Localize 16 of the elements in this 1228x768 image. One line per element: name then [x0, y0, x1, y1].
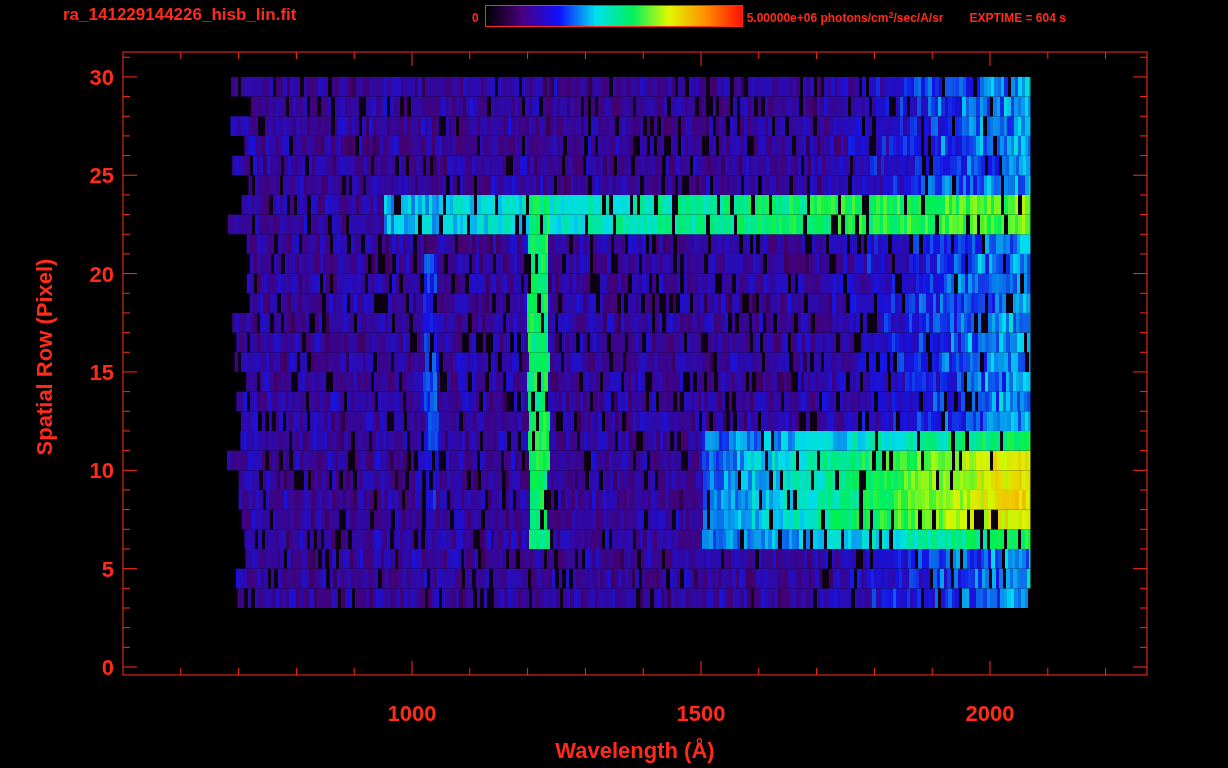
x-tick-label: 1500 — [676, 701, 726, 726]
y-tick-label: 0 — [101, 655, 114, 680]
y-tick-label: 30 — [89, 64, 114, 90]
x-tick-label: 2000 — [965, 701, 1015, 726]
y-tick-label: 15 — [89, 359, 114, 385]
colorbar-min-label: 0 — [472, 11, 479, 25]
exposure-time: EXPTIME = 604 s — [969, 11, 1066, 25]
colorbar-max-label: 5.00000e+06 photons/cm$^{2}$/sec/A/sr — [746, 11, 944, 25]
y-tick-label: 5 — [101, 556, 114, 582]
y-tick-label: 25 — [89, 163, 114, 189]
x-tick-label: 1000 — [387, 701, 437, 726]
x-axis-title: Wavelength (Å) — [555, 738, 715, 763]
y-tick-label: 20 — [89, 261, 114, 287]
y-axis-title: Spatial Row (Pixel) — [32, 258, 57, 456]
y-tick-label: 10 — [89, 458, 114, 484]
file-title: ra_141229144226_hisb_lin.fit — [63, 5, 298, 25]
